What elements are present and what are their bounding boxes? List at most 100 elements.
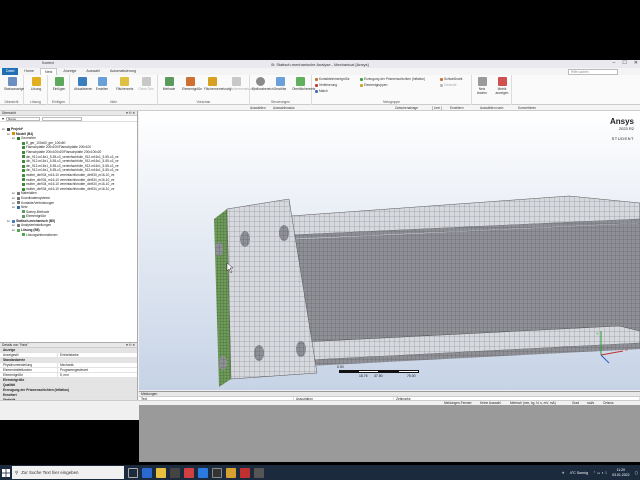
tab-automatisierung[interactable]: Automatisierung: [106, 68, 140, 75]
edge-icon[interactable]: [142, 467, 152, 478]
expand-icon[interactable]: ⊟: [2, 127, 6, 132]
show-metric-button[interactable]: Metrik anzeigen: [494, 77, 510, 95]
app-icon-4[interactable]: [254, 467, 264, 478]
empty-dropdown[interactable]: [ Leer ]: [432, 106, 442, 110]
tab-datei[interactable]: Datei: [2, 68, 19, 75]
clipboard-button[interactable]: Zwischenablage: [395, 106, 418, 110]
surface-mesh-control-icon: [295, 77, 305, 86]
surface-mesh-control-button[interactable]: Oberflächennetz: [292, 77, 315, 91]
select-button[interactable]: Auswählen: [250, 106, 266, 110]
update-mesh-button[interactable]: Aktualisieren: [74, 77, 92, 91]
clean-geo-button[interactable]: Clean Geo: [138, 77, 154, 91]
face-meshing-button[interactable]: Flächenvernetzung: [204, 77, 231, 91]
tray-icons[interactable]: ⌃ ▭ ◖ ⎍: [593, 471, 607, 475]
explorer-icon[interactable]: [156, 467, 166, 478]
mesh-model[interactable]: Y X: [139, 111, 640, 390]
task-view-icon[interactable]: [128, 467, 138, 478]
expand-icon[interactable]: ⊟: [12, 205, 16, 210]
tab-anzeige[interactable]: Anzeige: [59, 68, 80, 75]
tab-auswahl[interactable]: Auswahl: [82, 68, 104, 75]
notification-icon[interactable]: ▢: [635, 471, 638, 475]
status-rot-unit[interactable]: rad/s: [587, 401, 594, 406]
status-units[interactable]: Metrisch (mm, kg, N, s, mV, mA): [510, 401, 556, 406]
surface-mesh-button[interactable]: Flächennetz: [116, 77, 133, 91]
group-label-insert: Einfügen: [51, 100, 65, 104]
expand-icon[interactable]: ⊟: [12, 136, 16, 141]
element-groups-item[interactable]: Elementgruppen: [360, 83, 387, 87]
bolt-hole-1: [240, 231, 250, 247]
taskbar-search[interactable]: ⚲ Zur Suche Text hier eingeben: [12, 466, 124, 479]
group-label-mesh: Netz: [110, 100, 117, 104]
app-icon-2[interactable]: [198, 467, 208, 478]
group-label-controls: Steuerungen: [271, 100, 290, 104]
details-value[interactable]: Programmgesteuert: [58, 368, 88, 372]
windows-icon: [2, 468, 10, 477]
details-pin-icon[interactable]: ▾ ⊓ ✕: [126, 343, 135, 348]
details-value[interactable]: 5, mm: [58, 373, 69, 377]
generate-mesh-button[interactable]: Erstellen: [94, 77, 110, 91]
details-key: Anzeigestil: [0, 353, 58, 357]
status-temp-unit[interactable]: Celsius: [603, 401, 613, 406]
generate-mesh-label: Erstellen: [95, 87, 109, 91]
filter-input[interactable]: [42, 116, 83, 121]
method-button[interactable]: Methode: [161, 77, 177, 91]
inflation-item[interactable]: Erzeugung der Prismenschichten (Inflatio…: [360, 77, 425, 81]
refinement-item[interactable]: Verfeinerung: [315, 83, 337, 87]
solve-button[interactable]: Lösung: [28, 77, 44, 91]
details-value[interactable]: Einheitsfarbe: [58, 353, 79, 357]
details-value[interactable]: Mechanik: [58, 363, 74, 367]
details-header: Details von "Netz" ▾ ⊓ ✕: [0, 343, 137, 348]
workbench-taskbar-icon[interactable]: [226, 467, 236, 478]
filter-select[interactable]: Name: [6, 116, 41, 121]
expand-icon[interactable]: ⊟: [7, 219, 11, 224]
close-button[interactable]: ✕: [634, 60, 638, 66]
details-key: Elementgröße: [3, 378, 25, 382]
minimize-button[interactable]: –: [613, 60, 616, 66]
vault-button[interactable]: Gewölbe: [272, 77, 288, 91]
sphere-of-influence-button[interactable]: Einflussbereich: [252, 77, 274, 91]
thread-item[interactable]: Gewinde: [440, 83, 457, 87]
tree-item[interactable]: Lösungsinformationen: [0, 233, 137, 238]
refinement-label: Verfeinerung: [319, 83, 338, 87]
sphere-icon: [255, 77, 265, 86]
contact-sizing-item[interactable]: Kontaktelementgröße: [315, 77, 349, 81]
status-button[interactable]: Statusanzeige: [4, 77, 24, 91]
title-bar: Kontext B: Statisch-mechanische Analyse …: [0, 60, 640, 68]
tab-home[interactable]: Home: [20, 68, 38, 75]
element-size-button[interactable]: Elementgröße: [182, 77, 202, 91]
select-mode-button[interactable]: Auswahlmodus: [273, 106, 295, 110]
extend-button[interactable]: Erweitern: [450, 106, 463, 110]
pin-icon[interactable]: ▾ ⊓ ✕: [126, 111, 135, 116]
store-icon[interactable]: [170, 467, 180, 478]
windows-start-button[interactable]: [0, 465, 12, 480]
select-by-button[interactable]: Auswählen nach: [480, 106, 503, 110]
ribbon-toolbar: Statusanzeige Übersicht Lösung Lösung Ei…: [0, 75, 640, 105]
expand-icon[interactable]: ⊟: [7, 132, 11, 137]
face-meshing-2-button[interactable]: Flächenvernetzung: [228, 77, 255, 91]
clock[interactable]: 11:20 03.01.2022: [612, 468, 630, 477]
tree-node-icon: [22, 146, 25, 150]
contact-sizing-label: Kontaktelementgröße: [319, 77, 350, 81]
app-icon-3[interactable]: [240, 467, 250, 478]
weather-text[interactable]: 4°C Sonnig: [570, 471, 588, 475]
match-item[interactable]: Match: [315, 89, 328, 93]
status-messages-window[interactable]: Meldungen-Fenster: [444, 401, 472, 406]
status-icon: [7, 77, 17, 86]
details-title: Details von "Netz": [2, 343, 29, 347]
tree-item-label: mutter_din934_m16-10 vereinfacht\mutter_…: [26, 186, 115, 191]
filter-icon[interactable]: ▾: [2, 116, 4, 121]
status-angle-unit[interactable]: Grad: [572, 401, 579, 406]
app-icon-1[interactable]: [184, 467, 194, 478]
weld-item[interactable]: Schweißnaht: [440, 77, 462, 81]
details-grid: Anzeige Anzeigestil Einheitsfarbe Standardw…: [0, 348, 137, 403]
ansys-taskbar-icon[interactable]: [212, 467, 222, 478]
modify-mesh-button[interactable]: Netz ändern: [474, 77, 490, 95]
convert-button[interactable]: Konvertieren: [518, 106, 536, 110]
scale-bar: 0.00 37.50 18.75 75.00: [337, 365, 439, 378]
graphics-viewport[interactable]: Y X Ansys 2023 R2 STUDENT 0.00 37.50 18.…: [139, 111, 640, 390]
insert-button[interactable]: Einfügen: [51, 77, 67, 91]
maximize-button[interactable]: ☐: [622, 60, 626, 66]
tab-netz[interactable]: Netz: [39, 68, 58, 75]
expand-icon[interactable]: ⊟: [12, 228, 16, 233]
windows-taskbar: ⚲ Zur Suche Text hier eingeben ☀ 4°C Son…: [0, 465, 640, 480]
